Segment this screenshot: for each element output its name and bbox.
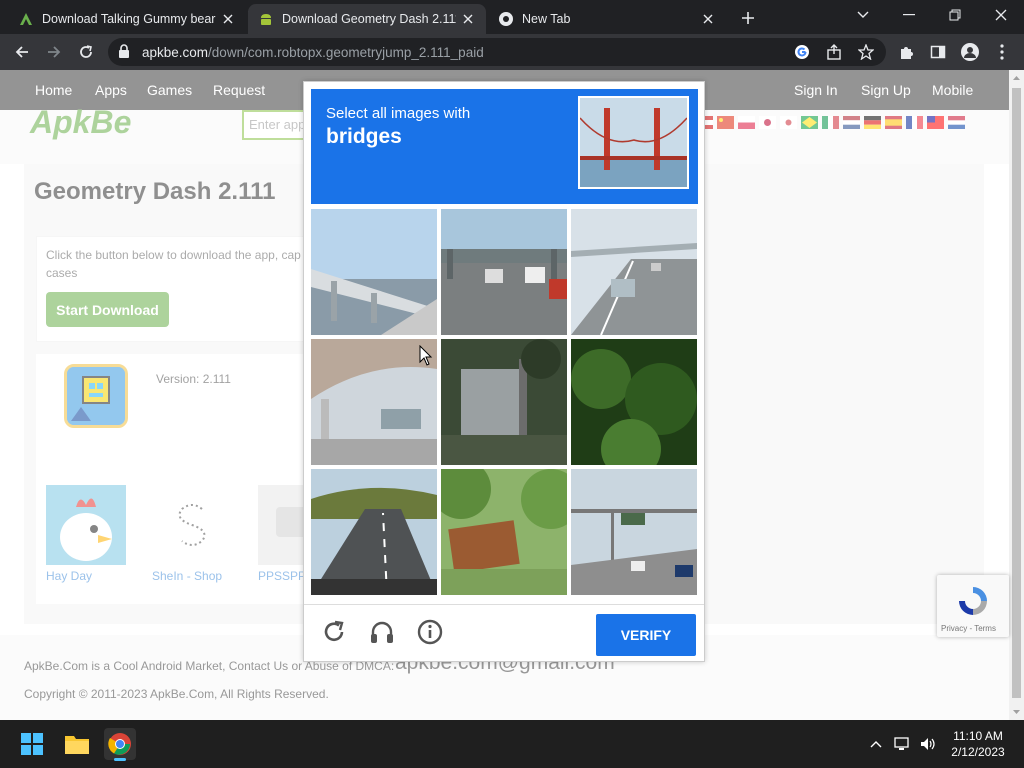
forward-arrow-icon[interactable] bbox=[42, 40, 66, 64]
restore-icon[interactable] bbox=[932, 0, 978, 30]
tab-geometry-dash[interactable]: Download Geometry Dash 2.111 bbox=[248, 4, 486, 34]
tab-new-tab[interactable]: New Tab bbox=[488, 4, 726, 34]
captcha-tile-8[interactable] bbox=[441, 469, 567, 595]
tab-search-chevron-icon[interactable] bbox=[840, 0, 886, 30]
browser-toolbar: apkbe.com/down/com.robtopx.geometryjump_… bbox=[0, 34, 1024, 70]
google-lens-g-icon[interactable] bbox=[792, 42, 812, 62]
show-hidden-icons-chevron-icon[interactable] bbox=[866, 734, 886, 754]
tab-title: New Tab bbox=[522, 12, 571, 26]
scroll-down-arrow-icon[interactable] bbox=[1012, 708, 1021, 716]
bookmark-star-icon[interactable] bbox=[856, 42, 876, 62]
captcha-sample-image bbox=[578, 96, 689, 189]
captcha-tile-6[interactable] bbox=[571, 339, 697, 465]
back-arrow-icon[interactable] bbox=[10, 40, 34, 64]
chrome-taskbar-icon[interactable] bbox=[104, 728, 136, 761]
captcha-footer: VERIFY bbox=[304, 604, 704, 662]
captcha-tile-3[interactable] bbox=[571, 209, 697, 335]
captcha-header: Select all images with bridges bbox=[311, 89, 698, 204]
captcha-target-word: bridges bbox=[326, 125, 402, 148]
verify-button[interactable]: VERIFY bbox=[596, 614, 696, 656]
scrollbar-thumb[interactable] bbox=[1012, 88, 1021, 698]
captcha-tile-1[interactable] bbox=[311, 209, 437, 335]
tab-title: Download Talking Gummy bear k bbox=[42, 12, 216, 26]
close-tab-icon[interactable] bbox=[220, 11, 236, 27]
network-icon[interactable] bbox=[893, 734, 913, 754]
url-text: apkbe.com/down/com.robtopx.geometryjump_… bbox=[142, 45, 484, 60]
android-icon bbox=[258, 11, 274, 27]
profile-avatar-icon[interactable] bbox=[960, 42, 980, 62]
windows-start-icon[interactable] bbox=[16, 728, 48, 760]
captcha-tile-2[interactable] bbox=[441, 209, 567, 335]
close-tab-icon[interactable] bbox=[460, 11, 476, 27]
chrome-icon bbox=[498, 11, 514, 27]
menu-kebab-icon[interactable] bbox=[992, 42, 1012, 62]
tab-talking-gummy[interactable]: Download Talking Gummy bear k bbox=[8, 4, 246, 34]
address-bar[interactable]: apkbe.com/down/com.robtopx.geometryjump_… bbox=[108, 38, 886, 66]
mouse-cursor-icon bbox=[419, 345, 433, 366]
close-tab-icon[interactable] bbox=[700, 11, 716, 27]
lock-icon[interactable] bbox=[118, 44, 132, 60]
page-scrollbar[interactable] bbox=[1009, 70, 1024, 720]
recaptcha-challenge-dialog: Select all images with bridges VERIFY bbox=[303, 81, 705, 662]
url-host: apkbe.com bbox=[142, 45, 209, 60]
new-tab-plus-icon[interactable] bbox=[738, 8, 758, 28]
tab-title: Download Geometry Dash 2.111 bbox=[282, 12, 456, 26]
clock-time: 11:10 AM bbox=[953, 729, 1003, 743]
browser-tab-bar: Download Talking Gummy bear k Download G… bbox=[0, 0, 1024, 34]
apkbe-a-icon bbox=[18, 11, 34, 27]
extensions-puzzle-icon[interactable] bbox=[896, 42, 916, 62]
captcha-tile-5[interactable] bbox=[441, 339, 567, 465]
clock-date: 2/12/2023 bbox=[951, 745, 1005, 759]
captcha-tile-7[interactable] bbox=[311, 469, 437, 595]
minimize-icon[interactable] bbox=[886, 0, 932, 30]
system-clock[interactable]: 11:10 AM 2/12/2023 bbox=[940, 728, 1016, 760]
share-icon[interactable] bbox=[824, 42, 844, 62]
file-explorer-icon[interactable] bbox=[61, 728, 93, 760]
audio-headphones-icon[interactable] bbox=[368, 618, 396, 646]
windows-taskbar: 11:10 AM 2/12/2023 bbox=[0, 720, 1024, 768]
volume-speaker-icon[interactable] bbox=[918, 734, 938, 754]
reload-icon[interactable] bbox=[320, 618, 348, 646]
captcha-tile-9[interactable] bbox=[571, 469, 697, 595]
active-app-indicator bbox=[114, 758, 126, 761]
side-panel-icon[interactable] bbox=[928, 42, 948, 62]
close-window-icon[interactable] bbox=[978, 0, 1024, 30]
recaptcha-badge[interactable]: Privacy - Terms bbox=[937, 575, 1009, 637]
scroll-up-arrow-icon[interactable] bbox=[1012, 74, 1021, 82]
recaptcha-logo-icon bbox=[959, 587, 987, 615]
reload-icon[interactable] bbox=[74, 40, 98, 64]
recaptcha-privacy-terms[interactable]: Privacy - Terms bbox=[941, 624, 996, 633]
url-path: /down/com.robtopx.geometryjump_2.111_pai… bbox=[208, 45, 484, 60]
info-icon[interactable] bbox=[416, 618, 444, 646]
captcha-instruction: Select all images with bbox=[326, 105, 471, 122]
